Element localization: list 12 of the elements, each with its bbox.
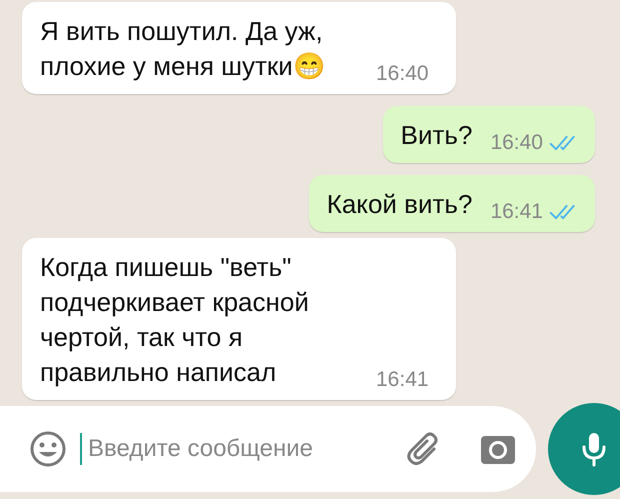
message-text: Какой вить? bbox=[326, 188, 472, 221]
message-time: 16:41 bbox=[490, 200, 543, 224]
message-time: 16:40 bbox=[376, 62, 429, 86]
message-text: Когда пишешь "веть" подчеркивает красной чертой, так что я правильно написал bbox=[40, 251, 310, 389]
message-text: Вить? bbox=[400, 119, 472, 152]
emoji-icon[interactable] bbox=[28, 429, 68, 469]
message-field[interactable]: Введите сообщение bbox=[88, 435, 398, 463]
message-input-bar[interactable]: Введите сообщение bbox=[0, 406, 536, 492]
message-text: Я вить пошутил. Да уж, плохие у меня шутки😁 bbox=[40, 15, 326, 83]
message-time: 16:40 bbox=[490, 131, 543, 155]
message-time: 16:41 bbox=[376, 368, 429, 392]
text-cursor bbox=[80, 433, 82, 465]
